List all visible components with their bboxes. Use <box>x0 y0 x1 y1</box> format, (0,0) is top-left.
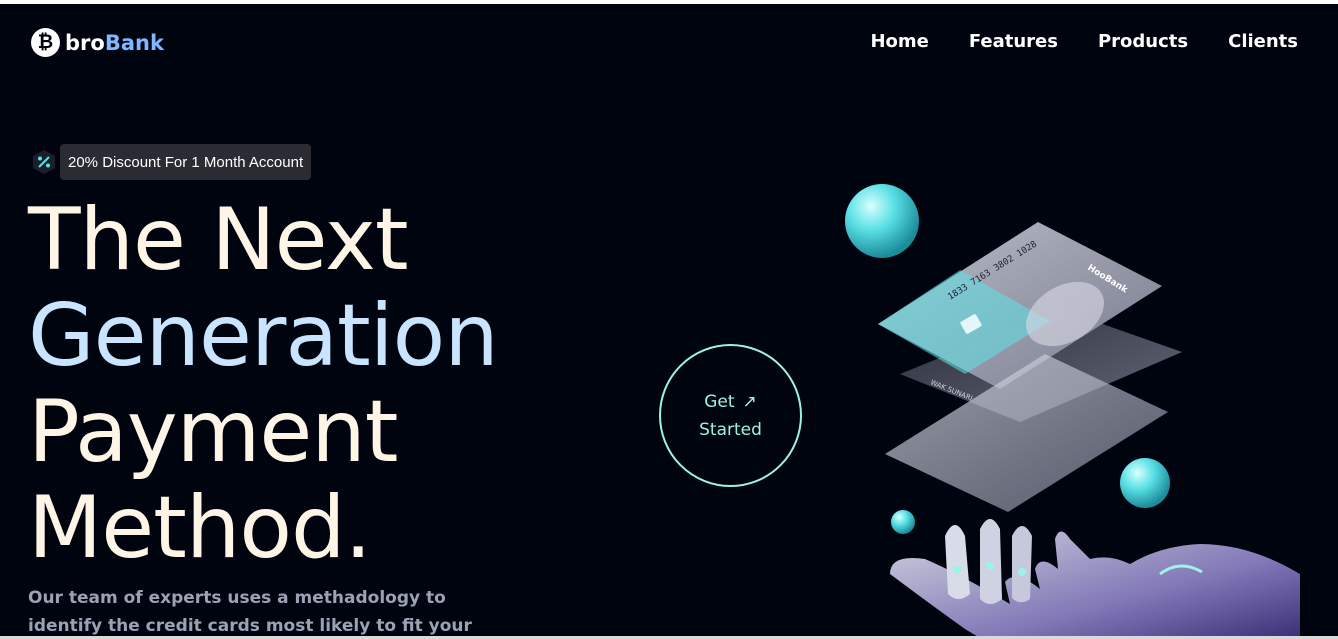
brand-logo[interactable]: ₿ broBank <box>31 28 164 57</box>
bitcoin-icon: ₿ <box>31 28 60 57</box>
hero-headline: The Next Generation Payment Method. <box>28 190 499 578</box>
percent-icon <box>30 148 58 176</box>
main-nav: Home Features Products Clients <box>870 31 1298 52</box>
brand-suffix: Bank <box>104 30 164 55</box>
sphere-large <box>845 184 919 258</box>
hero-illustration: WAK SUNARI 1833 7163 3802 1028 HooBank <box>830 174 1310 636</box>
brand-name: broBank <box>65 31 164 55</box>
nav-home[interactable]: Home <box>870 31 928 52</box>
get-started-label-1: Get <box>704 391 735 412</box>
nav-features[interactable]: Features <box>969 31 1058 52</box>
headline-line-1: The Next <box>28 190 409 290</box>
discount-badge: 20% Discount For 1 Month Account <box>30 144 312 180</box>
arrow-up-right-icon: ↗ <box>742 391 757 412</box>
headline-line-2: Generation <box>28 286 499 386</box>
discount-label: 20% Discount For 1 Month Account <box>60 144 312 180</box>
sphere-medium <box>1120 458 1170 508</box>
headline-line-4: Method. <box>28 478 372 578</box>
get-started-button[interactable]: Get ↗ Started <box>659 344 802 487</box>
page: ₿ broBank Home Features Products Clients… <box>0 0 1338 639</box>
hero-description: Our team of experts uses a methadology t… <box>28 588 472 636</box>
brand-prefix: bro <box>65 30 105 55</box>
nav-clients[interactable]: Clients <box>1228 31 1298 52</box>
sphere-small <box>891 510 915 534</box>
headline-line-3: Payment <box>28 382 399 482</box>
nav-products[interactable]: Products <box>1098 31 1188 52</box>
get-started-label-2: Started <box>699 419 762 440</box>
